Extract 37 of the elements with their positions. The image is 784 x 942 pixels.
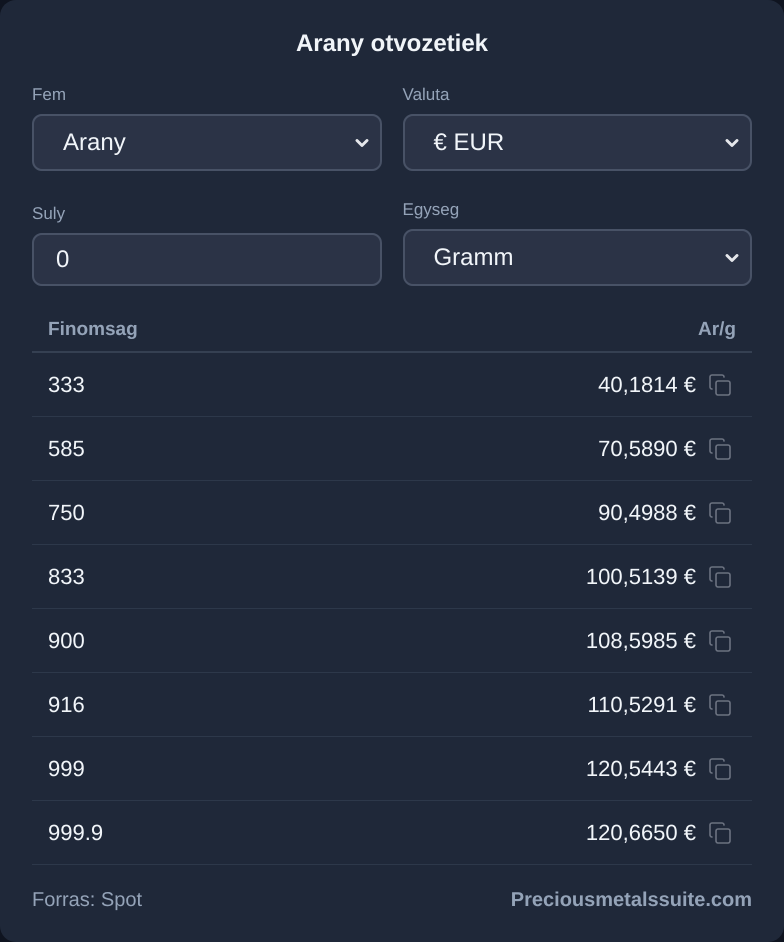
dropdown-select[interactable]: Gramm	[402, 229, 752, 286]
copy-icon[interactable]	[708, 628, 732, 652]
copy-icon[interactable]	[708, 372, 732, 396]
dropdown-select[interactable]: € EUR	[402, 114, 752, 171]
copy-icon[interactable]	[708, 820, 732, 844]
column-header: Finomsag	[48, 318, 138, 342]
column-header: Ar/g	[698, 318, 736, 342]
table-cell-text: 585	[48, 435, 85, 463]
table-cell-text: 70,5890 €	[598, 435, 696, 463]
table-cell-text: 110,5291 €	[588, 691, 696, 719]
copy-icon[interactable]	[708, 692, 732, 716]
input-field[interactable]: 0	[32, 233, 382, 286]
dropdown-select[interactable]: Arany	[32, 114, 382, 171]
table-cell-text: 900	[48, 627, 85, 655]
copy-icon[interactable]	[708, 756, 732, 780]
copy-icon[interactable]	[708, 436, 732, 460]
table-cell-text: 999	[48, 755, 85, 783]
website-link[interactable]: Preciousmetalssuite.com	[510, 885, 752, 915]
field-label: Fem	[32, 84, 66, 106]
table-cell-text: 108,5985 €	[586, 627, 696, 655]
card-title: Arany otvozetiek	[296, 29, 488, 59]
copy-icon[interactable]	[708, 564, 732, 588]
source-text: Forras: Spot	[32, 888, 142, 913]
field-label: Egyseg	[402, 199, 460, 221]
table-cell-text: 333	[48, 371, 85, 399]
table-cell-text: 833	[48, 563, 85, 591]
copy-icon[interactable]	[708, 500, 732, 524]
table-cell-text: 999.9	[48, 819, 104, 847]
field-label: Valuta	[402, 84, 450, 106]
table-cell-text: 750	[48, 499, 85, 527]
table-cell-text: 120,5443 €	[586, 755, 696, 783]
field-label: Suly	[32, 203, 66, 225]
table-cell-text: 916	[48, 691, 85, 719]
table-cell-text: 90,4988 €	[598, 499, 696, 527]
table-cell-text: 120,6650 €	[586, 819, 696, 847]
table-cell-text: 40,1814 €	[598, 371, 696, 399]
table-cell-text: 100,5139 €	[586, 563, 696, 591]
